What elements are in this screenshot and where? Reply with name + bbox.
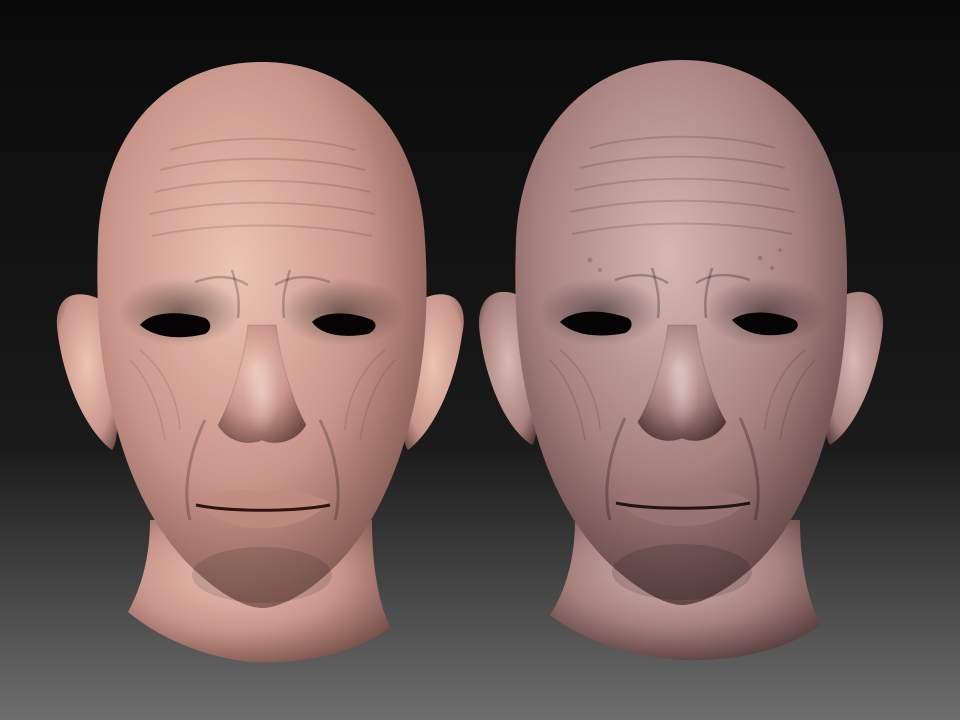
- render-viewport: [0, 0, 960, 720]
